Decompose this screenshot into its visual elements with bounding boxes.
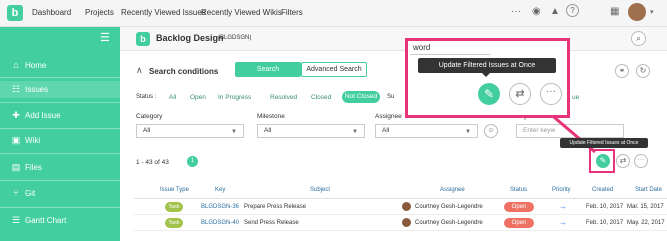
bulk-update-icon[interactable]: ✎ <box>478 83 500 105</box>
divider <box>410 54 490 55</box>
highlight-box <box>589 149 615 173</box>
bulk-update-tooltip: Update Filtered Issues at Once <box>418 58 556 77</box>
more-options-icon[interactable]: ··· <box>540 83 562 105</box>
partial-text: word <box>413 43 431 52</box>
bulk-update-tooltip-small: Update Filtered Issues at Once <box>560 138 648 148</box>
filter-settings-icon[interactable]: ⇄ <box>509 83 531 105</box>
callout-connector <box>547 110 596 154</box>
